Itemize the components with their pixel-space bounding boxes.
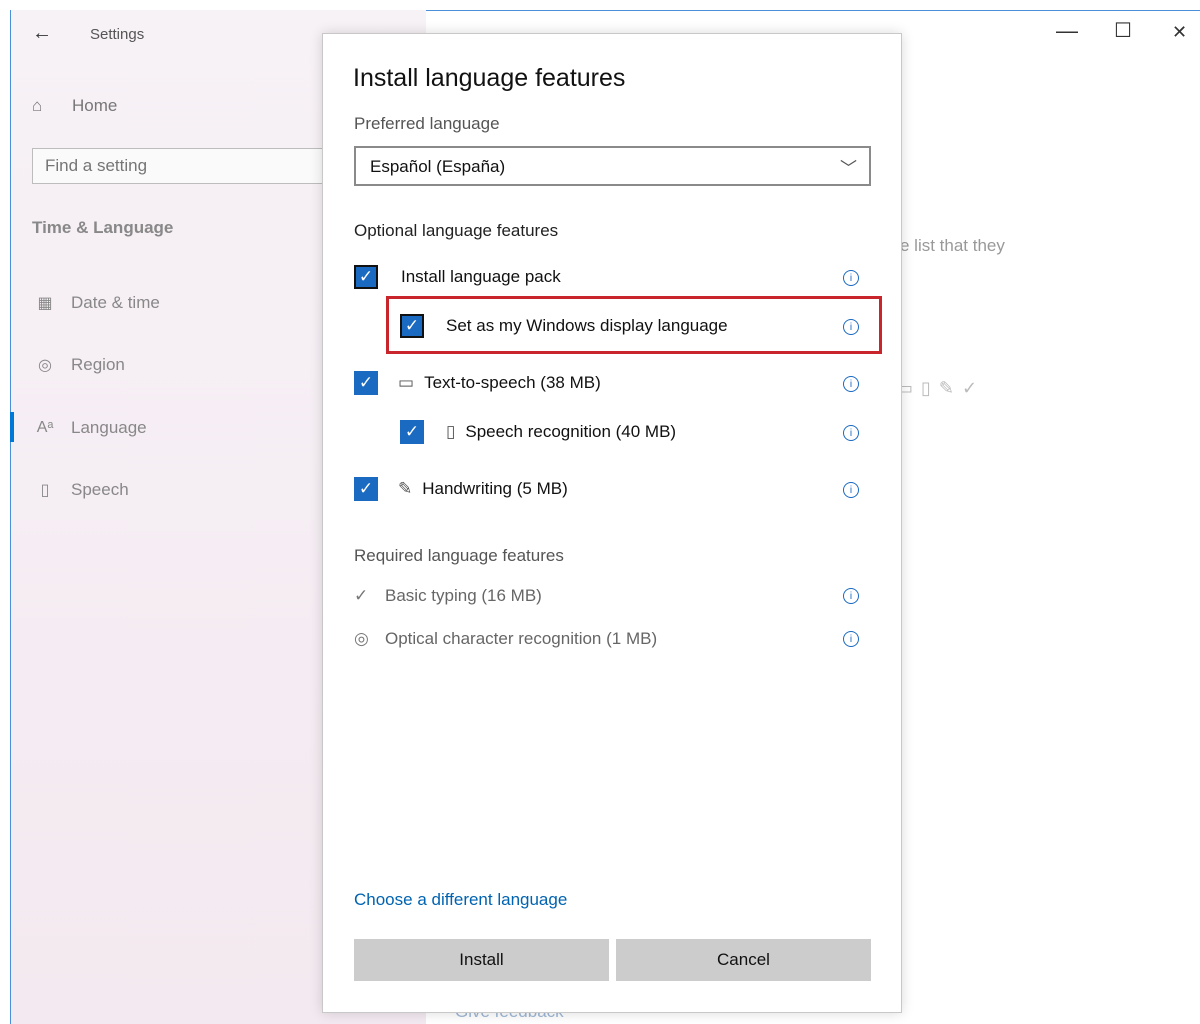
feature-label: Speech recognition (40 MB) [465,422,677,441]
preferred-language-label: Preferred language [354,114,500,133]
handwriting-checkbox[interactable]: ✓ [354,477,378,501]
feature-label: Install language pack [401,267,561,286]
feature-label: Handwriting (5 MB) [422,479,568,498]
install-language-pack-checkbox[interactable]: ✓ [354,265,378,289]
microphone-icon: ▯ [40,482,50,499]
feature-display-language: ✓ Set as my Windows display language [400,314,728,338]
sidebar-item-label: Date & time [71,293,160,312]
required-basic-typing: ✓ Basic typing (16 MB) [354,586,542,606]
preferred-language-value: Español (España) [370,157,506,176]
text-to-speech-checkbox[interactable]: ✓ [354,371,378,395]
install-button[interactable]: Install [354,939,609,981]
background-feature-icons: ▭▯✎✓ [896,378,985,399]
info-icon[interactable]: i [843,482,859,498]
info-icon[interactable]: i [843,631,859,647]
basic-typing-icon: ✓ [354,586,369,605]
nav-selection-indicator [10,412,14,442]
feature-label: Text-to-speech (38 MB) [424,373,601,392]
sidebar-item-speech[interactable]: ▯ Speech [32,480,129,500]
sidebar-item-label: Language [71,418,147,437]
feature-speech-recognition: ✓ ▯ Speech recognition (40 MB) [400,420,676,444]
sidebar-item-region[interactable]: ◎ Region [32,355,125,375]
feature-text-to-speech: ✓ ▭ Text-to-speech (38 MB) [354,371,601,395]
search-input[interactable] [33,149,337,183]
window-title: Settings [90,26,145,43]
background-partial-text: e list that they [900,236,1005,255]
home-label: Home [72,96,118,115]
handwriting-icon: ✎ [398,479,413,498]
required-ocr: ◎ Optical character recognition (1 MB) [354,629,657,649]
globe-icon: ◎ [38,357,52,374]
info-icon[interactable]: i [843,376,859,392]
home-icon: ⌂ [32,96,43,115]
sidebar-item-label: Region [71,355,125,374]
microphone-icon: ▯ [446,422,456,441]
dialog-title: Install language features [353,64,626,92]
preferred-language-select[interactable]: Español (España) ﹀ [354,146,871,186]
ocr-icon: ◎ [354,629,369,648]
feature-label: Basic typing (16 MB) [385,586,542,605]
close-button[interactable]: ✕ [1172,22,1187,43]
search-box[interactable] [32,148,337,184]
language-icon: Aᵃ [36,419,54,436]
cancel-button[interactable]: Cancel [616,939,871,981]
info-icon[interactable]: i [843,319,859,335]
info-icon[interactable]: i [843,588,859,604]
speech-recognition-checkbox[interactable]: ✓ [400,420,424,444]
feature-label: Set as my Windows display language [446,316,728,335]
choose-different-language-link[interactable]: Choose a different language [354,890,567,910]
sidebar-item-language[interactable]: Aᵃ Language [32,418,147,438]
optional-features-label: Optional language features [354,221,559,240]
required-features-label: Required language features [354,546,564,565]
sidebar-home[interactable]: ⌂ Home [32,96,117,116]
maximize-button[interactable]: ☐ [1114,18,1132,43]
basic-typing-icon: ✓ [962,378,986,398]
feature-label: Optical character recognition (1 MB) [385,629,658,648]
feature-handwriting: ✓ ✎ Handwriting (5 MB) [354,477,568,501]
window-border-left [10,10,11,1024]
install-language-dialog: Install language features Preferred lang… [322,33,902,1013]
info-icon[interactable]: i [843,425,859,441]
microphone-icon: ▯ [921,378,939,398]
handwriting-icon: ✎ [938,378,963,398]
chevron-down-icon: ﹀ [840,159,857,178]
sidebar-item-label: Speech [71,480,129,499]
section-title: Time & Language [32,218,174,237]
sidebar-item-date-time[interactable]: ▦ Date & time [32,293,160,313]
minimize-button[interactable]: — [1056,18,1078,44]
display-language-checkbox[interactable]: ✓ [400,314,424,338]
feature-install-language-pack: ✓ Install language pack [354,265,561,289]
info-icon[interactable]: i [843,270,859,286]
text-to-speech-icon: ▭ [398,373,415,392]
back-arrow-icon[interactable]: ← [32,22,52,45]
calendar-clock-icon: ▦ [37,295,53,312]
